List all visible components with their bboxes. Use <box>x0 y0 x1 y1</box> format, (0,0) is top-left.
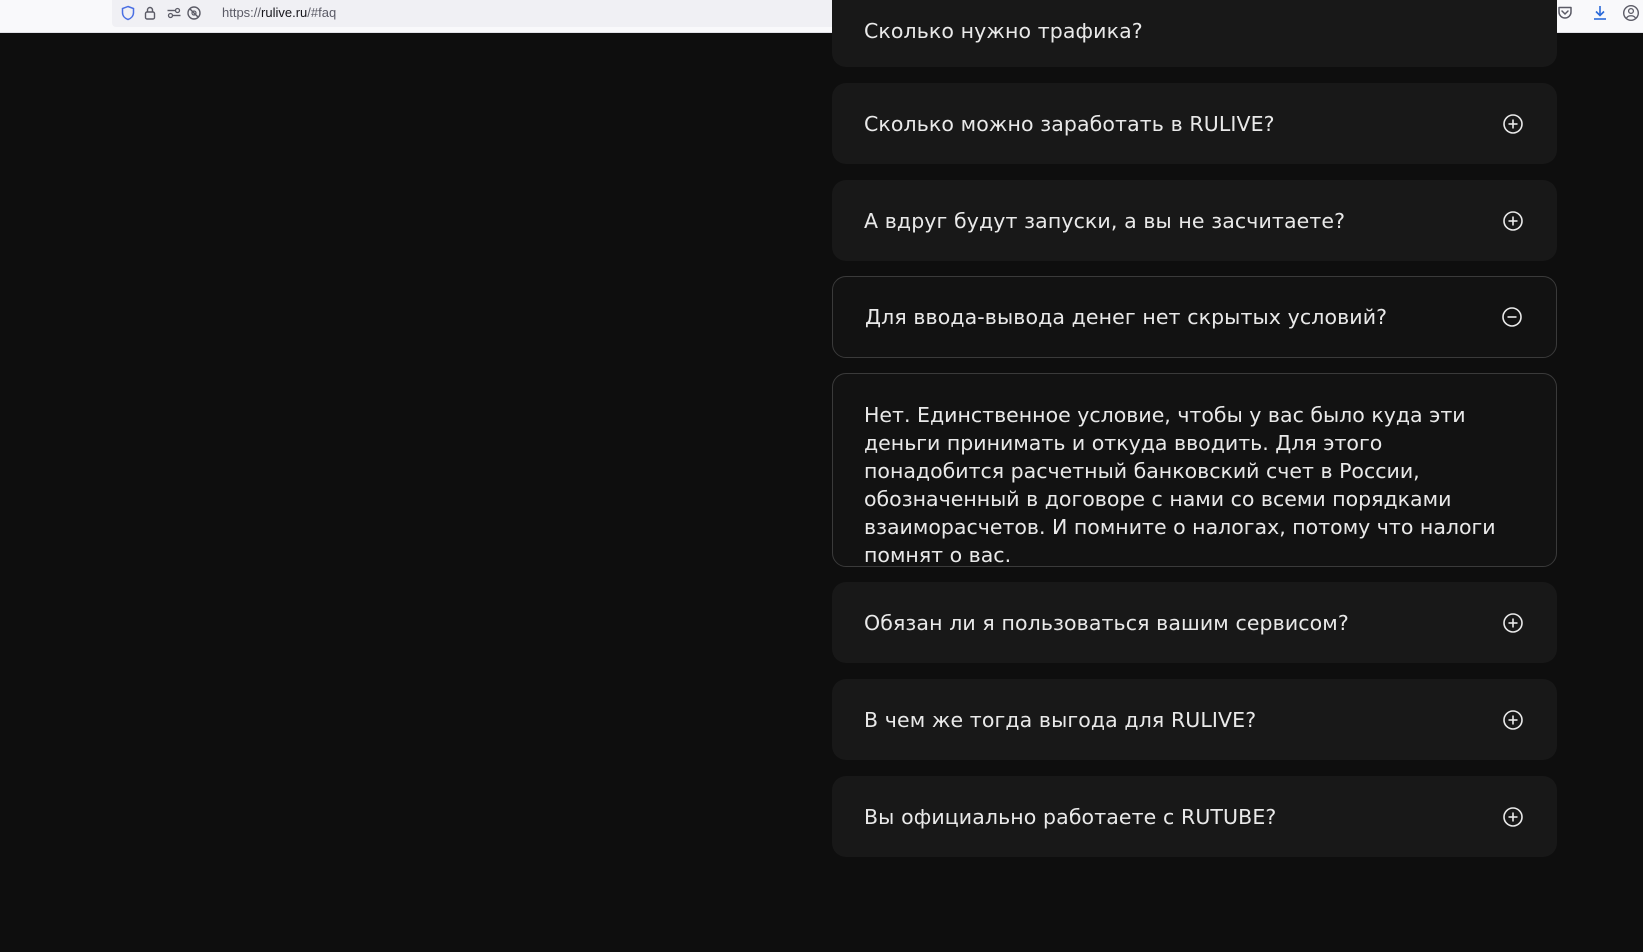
faq-answer-text: Нет. Единственное условие, чтобы у вас б… <box>864 403 1496 567</box>
account-icon[interactable] <box>1622 4 1640 22</box>
pocket-icon[interactable] <box>1556 4 1574 22</box>
tracking-blocked-icon[interactable] <box>186 5 202 21</box>
plus-circle-icon[interactable] <box>1502 806 1524 828</box>
downloads-icon[interactable] <box>1591 4 1609 22</box>
plus-circle-icon[interactable] <box>1502 113 1524 135</box>
plus-circle-icon[interactable] <box>1502 709 1524 731</box>
faq-question: Сколько можно заработать в RULIVE? <box>864 111 1275 136</box>
faq-question: Вы официально работаете с RUTUBE? <box>864 804 1277 829</box>
plus-circle-icon[interactable] <box>1502 210 1524 232</box>
faq-item[interactable]: Обязан ли я пользоваться вашим сервисом? <box>832 582 1557 663</box>
faq-question: Для ввода-вывода денег нет скрытых услов… <box>865 305 1388 329</box>
url-text[interactable]: https://rulive.ru/#faq <box>222 5 336 20</box>
faq-item[interactable]: Сколько можно заработать в RULIVE? <box>832 83 1557 164</box>
tracking-protection-shield-icon[interactable] <box>120 5 136 21</box>
url-path: /#faq <box>307 5 337 20</box>
faq-item[interactable]: А вдруг будут запуски, а вы не засчитает… <box>832 180 1557 261</box>
plus-circle-icon[interactable] <box>1502 612 1524 634</box>
permissions-icon[interactable] <box>166 5 182 21</box>
faq-item[interactable]: В чем же тогда выгода для RULIVE? <box>832 679 1557 760</box>
faq-item-expanded[interactable]: Для ввода-вывода денег нет скрытых услов… <box>832 276 1557 358</box>
faq-question: В чем же тогда выгода для RULIVE? <box>864 707 1257 732</box>
faq-question: Обязан ли я пользоваться вашим сервисом? <box>864 610 1349 635</box>
faq-question-partial: Сколько нужно трафика? <box>864 19 1143 43</box>
faq-item[interactable]: Вы официально работаете с RUTUBE? <box>832 776 1557 857</box>
minus-circle-icon[interactable] <box>1501 306 1523 328</box>
url-prefix: https:// <box>222 5 262 20</box>
url-host: rulive.ru <box>261 5 308 20</box>
faq-item-partial[interactable]: Сколько нужно трафика? <box>832 0 1557 67</box>
faq-question: А вдруг будут запуски, а вы не засчитает… <box>864 208 1346 233</box>
faq-answer-panel: Нет. Единственное условие, чтобы у вас б… <box>832 373 1557 567</box>
lock-icon[interactable] <box>142 5 158 21</box>
